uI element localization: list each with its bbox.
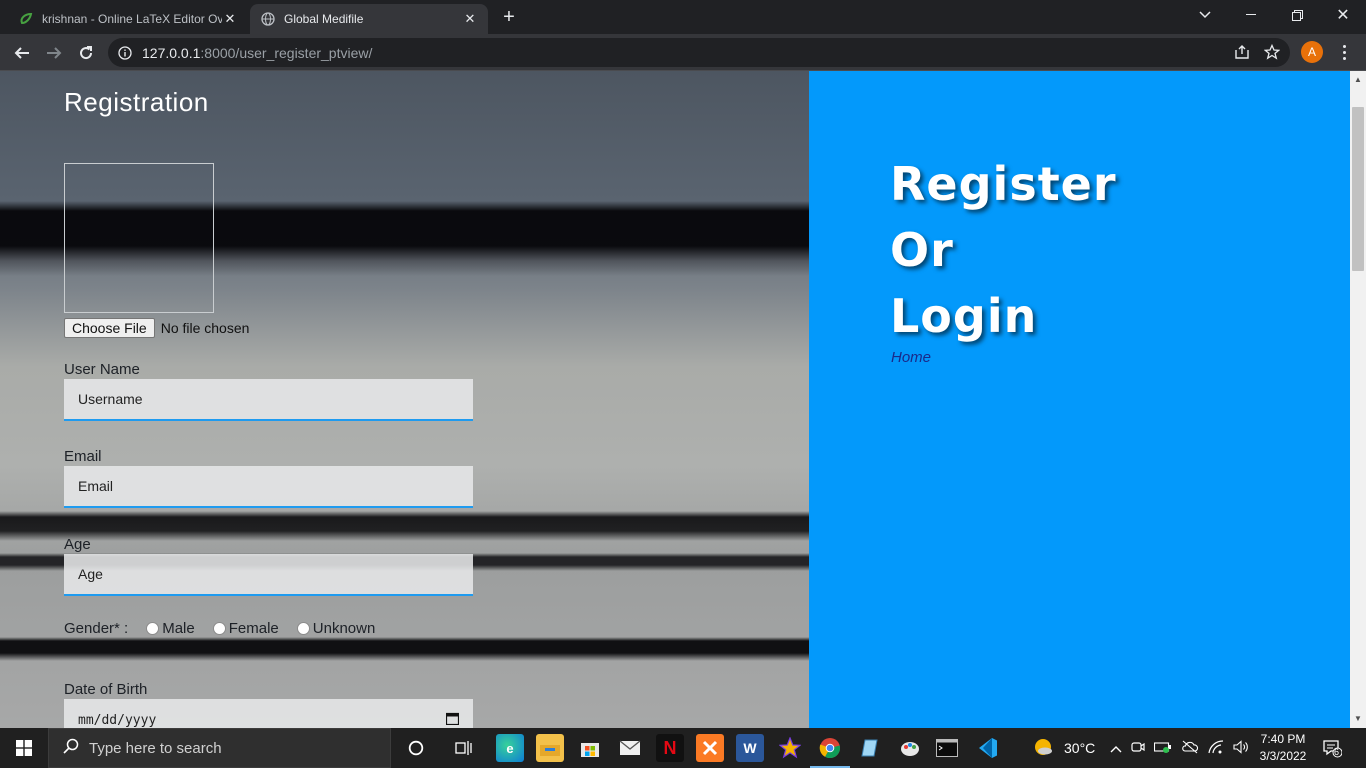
- share-icon[interactable]: [1234, 44, 1250, 65]
- choose-file-button[interactable]: Choose File: [64, 318, 155, 338]
- vscode-icon[interactable]: [973, 734, 1001, 762]
- tab-global-medifile[interactable]: Global Medifile ✕: [250, 4, 488, 34]
- starred-app-icon[interactable]: [776, 734, 804, 762]
- reload-button[interactable]: [73, 40, 99, 66]
- word-icon[interactable]: W: [736, 734, 764, 762]
- browser-menu-icon[interactable]: [1334, 41, 1354, 63]
- xampp-icon[interactable]: [696, 734, 724, 762]
- back-button[interactable]: [9, 40, 35, 66]
- wifi-icon[interactable]: [1208, 739, 1224, 757]
- volume-icon[interactable]: [1233, 739, 1249, 757]
- restore-button[interactable]: [1274, 0, 1320, 30]
- system-tray: [1110, 728, 1249, 768]
- close-window-button[interactable]: ✕: [1320, 0, 1366, 30]
- gender-male-radio[interactable]: [146, 622, 160, 635]
- show-hidden-icons-chevron-icon[interactable]: [1110, 741, 1122, 756]
- terminal-icon[interactable]: [933, 734, 961, 762]
- search-icon: [63, 738, 79, 758]
- cortana-icon[interactable]: [402, 734, 430, 762]
- taskbar-clock[interactable]: 7:40 PM 3/3/2022: [1252, 731, 1314, 765]
- clock-time: 7:40 PM: [1260, 732, 1306, 746]
- email-label: Email: [64, 448, 102, 465]
- paint-icon[interactable]: [896, 734, 924, 762]
- calendar-icon[interactable]: [445, 712, 460, 729]
- page-viewport: Registration Choose File No file chosen …: [0, 71, 1366, 728]
- globe-icon: [260, 11, 276, 27]
- new-tab-button[interactable]: +: [498, 7, 520, 29]
- gender-female-radio[interactable]: [212, 622, 226, 635]
- file-status-text: No file chosen: [160, 320, 250, 336]
- scrollbar-thumb[interactable]: [1352, 107, 1364, 271]
- battery-icon[interactable]: [1153, 741, 1172, 756]
- task-view-icon[interactable]: [450, 734, 478, 762]
- heading-line: Or: [890, 223, 954, 277]
- age-label: Age: [64, 536, 91, 553]
- profile-image-preview: [64, 163, 214, 313]
- dob-placeholder: mm/dd/yyyy: [78, 712, 157, 728]
- dob-input[interactable]: mm/dd/yyyy: [64, 699, 473, 728]
- heading-line: Login: [890, 289, 1038, 343]
- notification-center-icon[interactable]: 6: [1322, 738, 1343, 758]
- mail-icon[interactable]: [616, 734, 644, 762]
- cloud-sync-icon[interactable]: [1181, 740, 1199, 757]
- clock-date: 3/3/2022: [1259, 749, 1307, 763]
- gender-unknown-radio[interactable]: [296, 622, 310, 635]
- profile-avatar[interactable]: A: [1301, 41, 1323, 63]
- home-link[interactable]: Home: [891, 349, 931, 366]
- weather-widget[interactable]: 30°C: [1032, 728, 1095, 768]
- gender-label: Gender* :: [64, 620, 129, 637]
- heading-line: Register: [890, 157, 1117, 211]
- meet-now-icon[interactable]: [1131, 740, 1145, 757]
- register-login-panel: Register Or Login Home: [809, 71, 1350, 728]
- minimize-button[interactable]: [1228, 0, 1274, 30]
- close-tab-icon[interactable]: ✕: [222, 11, 238, 27]
- register-or-login-heading: Register Or Login: [890, 151, 1117, 349]
- username-input[interactable]: Username: [64, 379, 473, 421]
- chrome-icon[interactable]: [816, 734, 844, 762]
- browser-toolbar: 127.0.0.1:8000/user_register_ptview/ A: [0, 34, 1366, 71]
- search-placeholder: Type here to search: [89, 739, 222, 757]
- windows-taskbar: Type here to search e N W 30°C 7:40 PM 3…: [0, 728, 1366, 768]
- file-explorer-icon[interactable]: [536, 734, 564, 762]
- notepad-icon[interactable]: [856, 734, 884, 762]
- bookmark-star-icon[interactable]: [1263, 43, 1281, 65]
- site-info-icon[interactable]: [108, 45, 142, 60]
- close-tab-icon[interactable]: ✕: [462, 11, 478, 27]
- gender-group: Gender* : Male Female Unknown: [64, 620, 375, 637]
- scroll-up-arrow-icon[interactable]: ▲: [1350, 73, 1366, 87]
- gender-female-label[interactable]: Female: [229, 620, 279, 637]
- edge-browser-icon[interactable]: e: [496, 734, 524, 762]
- netflix-icon[interactable]: N: [656, 734, 684, 762]
- tab-title: krishnan - Online LaTeX Editor Ov: [42, 12, 222, 26]
- windows-start-icon[interactable]: [0, 728, 48, 768]
- weather-sun-icon: [1032, 736, 1054, 761]
- page-title: Registration: [64, 87, 209, 117]
- tab-overleaf[interactable]: krishnan - Online LaTeX Editor Ov ✕: [8, 4, 248, 34]
- gender-male-label[interactable]: Male: [162, 620, 195, 637]
- notification-count: 6: [1334, 747, 1340, 757]
- username-label: User Name: [64, 361, 140, 378]
- registration-panel: Registration Choose File No file chosen …: [0, 71, 809, 728]
- temperature-text: 30°C: [1064, 740, 1096, 756]
- file-input[interactable]: Choose File No file chosen: [64, 318, 249, 338]
- url-text: 127.0.0.1:8000/user_register_ptview/: [142, 44, 373, 61]
- address-bar[interactable]: 127.0.0.1:8000/user_register_ptview/: [108, 38, 1290, 67]
- taskbar-search[interactable]: Type here to search: [48, 728, 391, 768]
- forward-button[interactable]: [41, 40, 67, 66]
- age-input[interactable]: Age: [64, 554, 473, 596]
- scroll-down-arrow-icon[interactable]: ▼: [1350, 712, 1366, 726]
- microsoft-store-icon[interactable]: [576, 734, 604, 762]
- tab-title: Global Medifile: [284, 12, 364, 26]
- page-scrollbar[interactable]: ▲ ▼: [1350, 71, 1366, 728]
- overleaf-icon: [18, 11, 34, 27]
- gender-unknown-label[interactable]: Unknown: [313, 620, 376, 637]
- tab-strip: krishnan - Online LaTeX Editor Ov ✕ Glob…: [0, 0, 1366, 34]
- tab-search-chevron-icon[interactable]: [1182, 0, 1228, 30]
- dob-label: Date of Birth: [64, 681, 148, 698]
- email-input[interactable]: Email: [64, 466, 473, 508]
